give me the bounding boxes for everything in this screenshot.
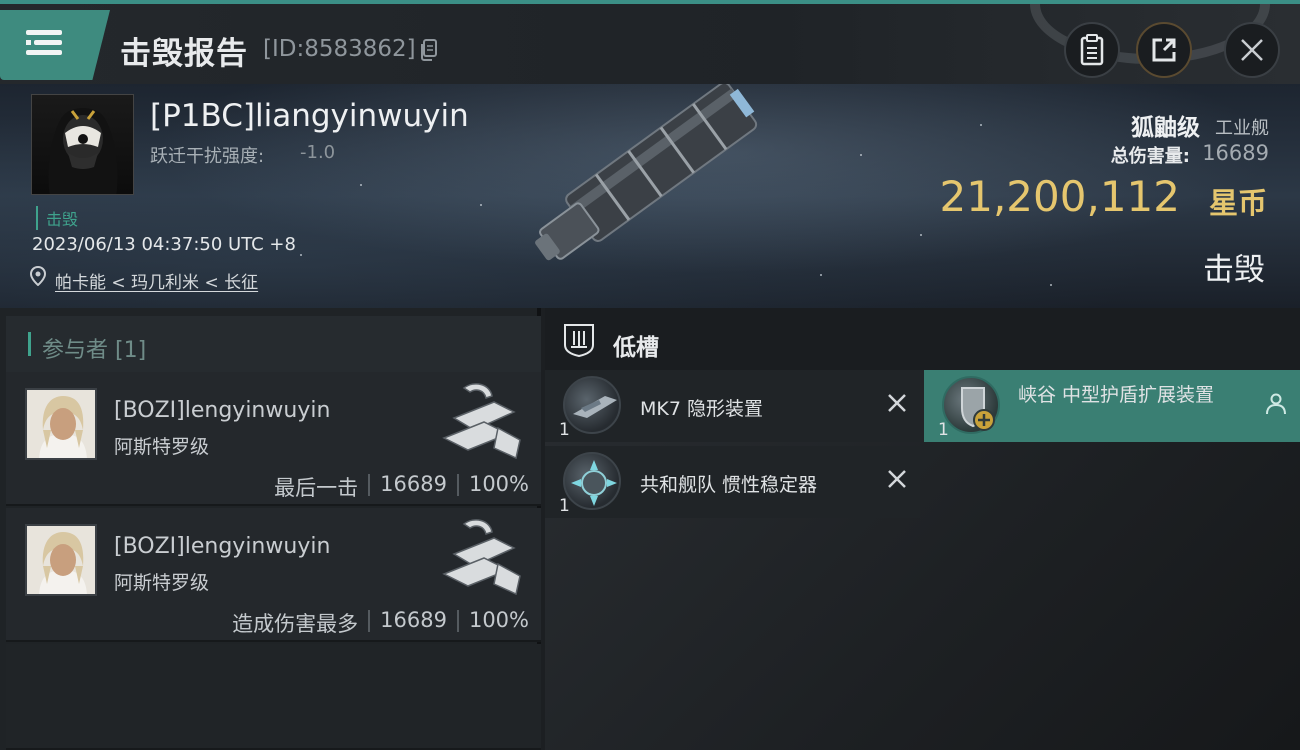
attacker-ship-image[interactable] [434,514,526,598]
attacker-role: 造成伤害最多 [232,612,359,636]
fitting-panel: 低槽 1 MK7 隐形装置 1 共和舰队 惯性稳定器 1 峡谷 中型护盾扩展装置 [545,308,1300,750]
x-mark-icon [888,394,906,412]
close-button[interactable] [1224,22,1280,78]
ship-class[interactable]: 狐鼬级 [1131,108,1200,142]
menu-icon [26,30,62,35]
share-button[interactable] [1136,22,1192,78]
page-title: 击毁报告 [120,36,248,72]
participants-panel: 参与者 [1] [BOZI]lengyinwuyin 阿斯特罗级 最后一击 16… [0,308,541,750]
module-quantity: 1 [559,496,570,516]
module-name: 峡谷 中型护盾扩展装置 [1018,384,1215,406]
clipboard-button[interactable] [1064,22,1120,78]
attacker-name[interactable]: [BOZI]lengyinwuyin [114,398,330,423]
attacker-ship: 阿斯特罗级 [114,436,210,458]
inertial-stabilizer-icon [563,452,621,510]
attacker-ship-image[interactable] [434,378,526,462]
total-damage-value: 16689 [1202,141,1269,165]
attacker-row[interactable]: [BOZI]lengyinwuyin 阿斯特罗级 最后一击 16689 100% [6,372,541,506]
attacker-role: 最后一击 [274,476,359,500]
kill-timestamp: 2023/06/13 04:37:50 UTC +8 [32,234,296,255]
module-name: 共和舰队 惯性稳定器 [640,474,818,496]
attacker-percent: 100% [468,472,529,496]
report-id: [ID:8583862] [263,36,416,62]
menu-button[interactable] [0,10,110,80]
module-item[interactable]: 1 峡谷 中型护盾扩展装置 [924,370,1300,442]
victim-banner: [P1BC]liangyinwuyin 跃迁干扰强度: -1.0 击毁 2023… [0,84,1300,308]
victim-ship-image[interactable] [520,84,790,308]
attacker-row[interactable]: [BOZI]lengyinwuyin 阿斯特罗级 造成伤害最多 16689 10… [6,508,541,642]
slot-title: 低槽 [613,335,659,361]
victim-name[interactable]: [P1BC]liangyinwuyin [150,98,469,134]
total-damage-label: 总伤害量: [1110,146,1190,167]
attacker-damage: 16689 [380,472,447,496]
attacker-stats: 造成伤害最多 16689 100% [232,608,529,638]
victim-avatar[interactable] [31,94,134,195]
isk-value: 21,200,112 [939,172,1180,221]
warp-disruption-value: -1.0 [300,142,336,163]
result-label: 击毁 [1203,252,1265,288]
attacker-avatar[interactable] [25,388,97,460]
shield-extender-icon [942,376,1000,434]
slot-header: 低槽 [545,308,1300,370]
module-item[interactable]: 1 MK7 隐形装置 [545,370,920,442]
attacker-avatar[interactable] [25,524,97,596]
top-bar: 击毁报告 [ID:8583862] [0,0,1300,84]
empty-row [6,644,541,750]
location-pin-icon [30,266,46,286]
module-quantity: 1 [559,420,570,440]
close-icon [1241,39,1263,61]
x-mark-icon [888,470,906,488]
share-icon [1152,38,1176,62]
attacker-name[interactable]: [BOZI]lengyinwuyin [114,534,330,559]
participants-header: 参与者 [1] [6,316,541,372]
participants-title: 参与者 [1] [42,338,147,363]
person-icon [1266,393,1286,415]
status-badge: 击毁 [36,206,78,230]
clipboard-icon [1080,34,1104,66]
isk-unit: 星币 [1208,186,1267,220]
attacker-damage: 16689 [380,608,447,632]
module-name: MK7 隐形装置 [640,398,763,420]
ship-type: 工业舰 [1215,118,1269,139]
copy-icon[interactable] [420,39,438,61]
location-link[interactable]: 帕卡能 < 玛几利米 < 长征 [55,268,258,293]
attacker-percent: 100% [468,608,529,632]
low-slot-icon [564,324,594,357]
attacker-ship: 阿斯特罗级 [114,572,210,594]
warp-disruption-label: 跃迁干扰强度: [150,146,265,167]
attacker-stats: 最后一击 16689 100% [274,472,529,502]
module-item[interactable]: 1 共和舰队 惯性稳定器 [545,446,920,518]
module-quantity: 1 [938,420,949,440]
cloaking-device-icon [563,376,621,434]
